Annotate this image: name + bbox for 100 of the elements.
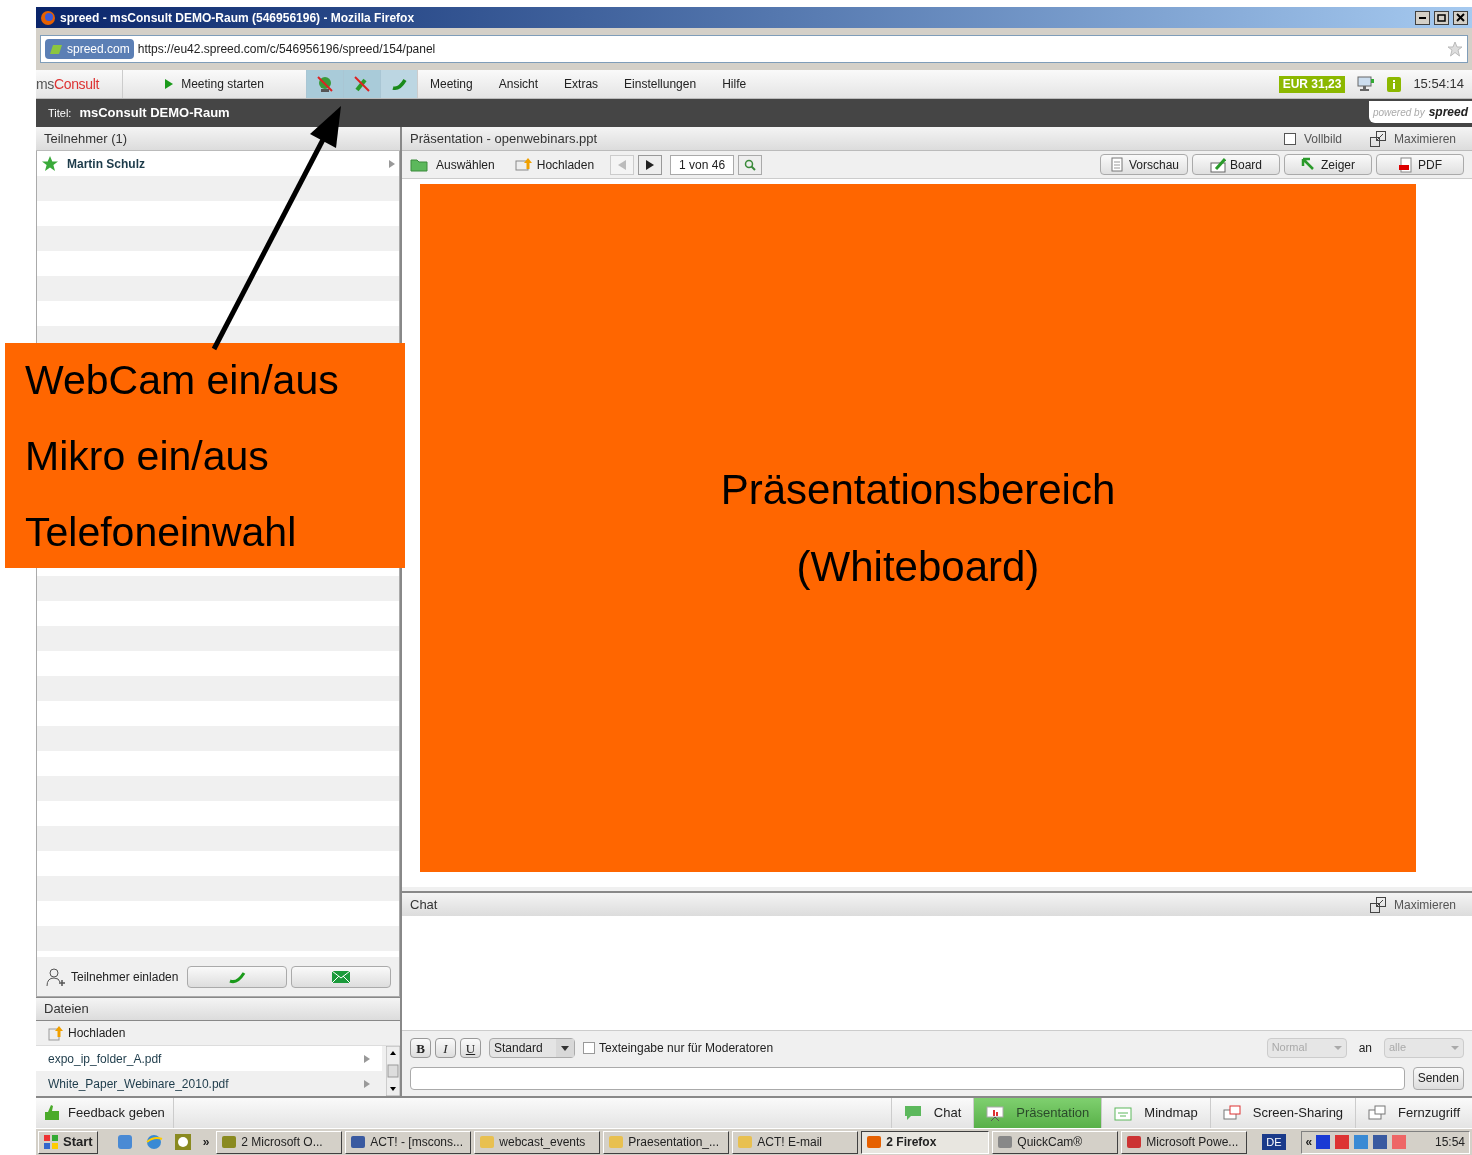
pdf-icon — [1398, 156, 1414, 173]
mindmap-icon — [1114, 1104, 1133, 1122]
pdf-button[interactable]: PDF — [1376, 154, 1464, 175]
start-button[interactable]: Start — [38, 1130, 98, 1154]
moderators-checkbox[interactable]: Texteingabe nur für Moderatoren — [583, 1038, 1263, 1057]
bold-button[interactable]: B — [410, 1037, 431, 1058]
microphone-button[interactable] — [343, 70, 380, 98]
checkbox-icon — [583, 1041, 595, 1054]
pointer-button[interactable]: Zeiger — [1284, 154, 1372, 175]
close-icon — [1456, 13, 1465, 22]
taskbar-button[interactable]: ACT! E-mail — [732, 1130, 859, 1154]
app-icon — [350, 1134, 367, 1150]
upload-button[interactable]: Hochladen — [514, 155, 595, 174]
taskbar-button[interactable]: 2 Firefox — [861, 1130, 990, 1154]
leaf-icon — [49, 43, 63, 55]
next-button[interactable] — [638, 154, 663, 175]
tray-icon — [1334, 1134, 1351, 1150]
star-icon — [41, 154, 59, 173]
panel-title: Präsentation - openwebinars.ppt — [410, 129, 599, 148]
webcam-icon — [316, 75, 334, 93]
play-icon — [165, 79, 174, 89]
app-icon — [997, 1134, 1014, 1150]
add-user-icon — [45, 966, 67, 987]
style-dropdown[interactable]: Standard — [489, 1037, 575, 1058]
menu-item[interactable]: Meeting — [430, 75, 473, 93]
maximize-icon — [1370, 130, 1386, 147]
monitor-icon — [1357, 76, 1376, 92]
page-icon — [1108, 156, 1125, 173]
taskbar-button[interactable]: webcast_events — [474, 1130, 601, 1154]
menu-item[interactable]: Hilfe — [722, 75, 747, 93]
room-title: msConsult DEMO-Raum — [79, 104, 231, 123]
logo: msConsult — [36, 74, 101, 94]
info-icon — [1387, 76, 1402, 92]
panel-title: Chat — [410, 895, 439, 914]
email-invite-button[interactable] — [291, 965, 391, 988]
callout-text: WebCam ein/aus — [25, 355, 340, 404]
url-text: https://eu42.spreed.com/c/546956196/spreed/154/panel — [137, 41, 437, 58]
address-bar[interactable]: spreed.com https://eu42.spreed.com/c/546956196/spreed/154/panel — [40, 35, 1468, 63]
app-icon — [1126, 1134, 1143, 1150]
app-icon — [221, 1134, 238, 1150]
tray-toggle[interactable]: « — [1305, 1133, 1313, 1151]
back-icon — [618, 159, 627, 170]
send-button[interactable]: Senden — [1412, 1066, 1464, 1090]
minimize-icon — [1419, 16, 1426, 19]
preview-button[interactable]: Vorschau — [1100, 154, 1188, 175]
maximize-button[interactable] — [1434, 10, 1449, 25]
checkbox-icon — [1283, 132, 1296, 145]
minimize-button[interactable] — [1415, 10, 1430, 25]
menu-item[interactable]: Ansicht — [498, 75, 539, 93]
maximize-button[interactable]: Maximieren — [1370, 895, 1456, 914]
italic-button[interactable]: I — [435, 1037, 456, 1058]
panel-header: Dateien — [36, 997, 400, 1021]
caret-icon — [389, 159, 395, 168]
windows-flag-icon — [43, 1134, 59, 1150]
page-field[interactable]: 1 von 46 — [670, 154, 735, 175]
balance-badge: EUR 31,23 — [1278, 75, 1346, 93]
close-button[interactable] — [1453, 10, 1468, 25]
folder-icon — [410, 157, 428, 172]
taskbar-button[interactable]: ACT! - [mscons... — [345, 1130, 472, 1154]
menu-item[interactable]: Extras — [564, 75, 599, 93]
area-label: (Whiteboard) — [796, 542, 1040, 592]
underline-button[interactable]: U — [460, 1037, 481, 1058]
taskbar-button[interactable]: QuickCam® — [992, 1130, 1119, 1154]
dropdown-icon — [556, 1038, 574, 1057]
dropdown-icon — [1333, 1045, 1342, 1050]
phone-invite-button[interactable] — [187, 965, 287, 988]
menu-item[interactable]: Einstellungen — [624, 75, 697, 93]
file-row[interactable]: expo_ip_folder_A.pdf — [36, 1046, 382, 1071]
module-tab[interactable]: Präsentation — [973, 1098, 1102, 1128]
screens-icon — [1222, 1104, 1241, 1122]
callout-text: Mikro ein/aus — [25, 431, 270, 480]
taskbar-button[interactable]: Microsoft Powe... — [1121, 1130, 1248, 1154]
invite-label: Teilnehmer einladen — [71, 968, 180, 986]
search-button[interactable] — [738, 154, 763, 175]
powered-by-badge: powered by spreed — [1368, 101, 1472, 123]
thumbs-up-icon — [44, 1104, 60, 1122]
star-icon — [1447, 41, 1463, 57]
message-field[interactable] — [410, 1066, 1405, 1090]
tray-clock: 15:54 — [1434, 1134, 1465, 1151]
taskbar-button[interactable]: 2 Microsoft O... — [216, 1130, 343, 1154]
webcam-button[interactable] — [306, 70, 343, 98]
upload-icon — [514, 156, 533, 173]
more-button[interactable]: » — [198, 1133, 214, 1151]
panel-header: Teilnehmer (1) — [36, 127, 400, 151]
select-button[interactable]: Auswählen — [410, 155, 495, 174]
firefox-icon — [40, 9, 56, 26]
taskbar-button[interactable]: Praesentation_... — [603, 1130, 730, 1154]
globe-icon — [144, 1133, 163, 1151]
microphone-icon — [353, 75, 371, 93]
phone-button[interactable] — [380, 70, 417, 98]
tray-icon — [1315, 1134, 1332, 1150]
maximize-button[interactable]: Maximieren — [1370, 129, 1456, 148]
board-button[interactable]: Board — [1192, 154, 1280, 175]
callout-text: Telefoneinwahl — [25, 507, 298, 556]
participant-row[interactable]: Martin Schulz — [37, 151, 399, 176]
app-icon — [479, 1134, 496, 1150]
screens-icon — [1368, 1104, 1387, 1122]
site-badge: spreed.com — [45, 39, 134, 59]
tray-icon — [1372, 1134, 1389, 1150]
fullscreen-checkbox[interactable]: Vollbild — [1283, 129, 1362, 148]
